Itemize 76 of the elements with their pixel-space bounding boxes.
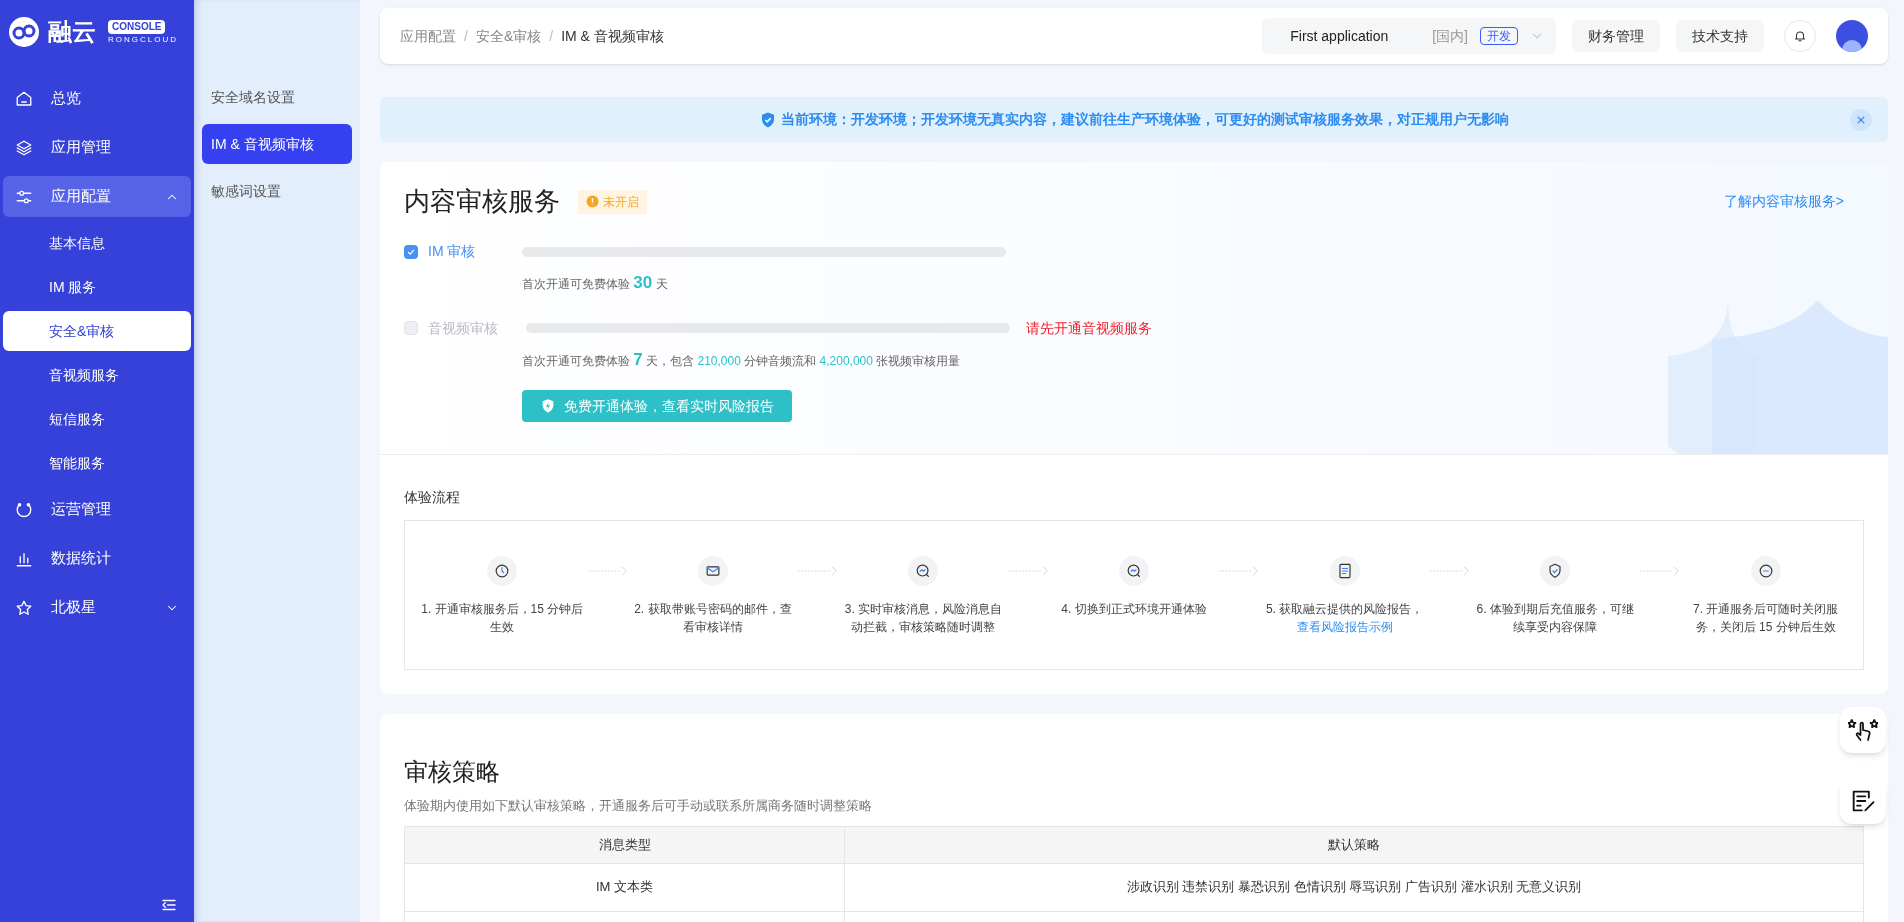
close-icon <box>1856 114 1866 125</box>
sidebar-item[interactable]: 北极星 <box>3 587 191 628</box>
service-title: 内容审核服务 <box>404 185 560 218</box>
app-selector[interactable]: First application [国内] 开发 <box>1262 18 1556 54</box>
dotted-arrow <box>1219 564 1260 578</box>
sidebar-subitem[interactable]: 智能服务 <box>3 443 191 483</box>
sidebar-item[interactable]: 数据统计 <box>3 538 191 579</box>
console-badge: CONSOLE <box>108 19 166 34</box>
header-button[interactable]: 财务管理 <box>1572 20 1660 52</box>
feedback-button[interactable] <box>1840 778 1886 824</box>
shield-bolt-icon <box>540 398 556 414</box>
warning-icon <box>586 195 599 208</box>
step-text: 3. 实时审核消息，风险消息自动拦截，审核策略随时调整 <box>843 601 1004 636</box>
home-icon <box>15 89 33 108</box>
sidebar-subitem[interactable]: 短信服务 <box>3 399 191 439</box>
dotted-arrow <box>798 564 839 578</box>
option-label: 音视频审核 <box>428 318 498 338</box>
step-text: 1. 开通审核服务后，15 分钟后生效 <box>420 601 585 636</box>
step-text: 4. 切换到正式环境开通体验 <box>1060 601 1208 618</box>
warning-text: 请先开通音视频服务 <box>1026 318 1152 338</box>
step-text: 6. 体验到期后充值服务，可继续享受内容保障 <box>1475 601 1635 636</box>
table-cell: 涉政识别 违禁识别 暴恐识别 色情识别 辱骂识别 广告识别 灌水识别 无意义识别 <box>844 863 1864 911</box>
header-button[interactable]: 技术支持 <box>1676 20 1764 52</box>
status-badge: 未开启 <box>578 189 647 214</box>
dotted-arrow <box>587 564 628 578</box>
dotted-arrow <box>1640 564 1681 578</box>
env-tag: 开发 <box>1480 27 1518 45</box>
shield-icon <box>1540 556 1571 586</box>
flow-title: 体验流程 <box>404 488 461 507</box>
step-text: 2. 获取带账号密码的邮件，查看审核详情 <box>633 601 793 636</box>
table-header: 消息类型 <box>404 826 845 863</box>
breadcrumb-item[interactable]: 安全&审核 <box>475 25 542 47</box>
shield-check-icon <box>759 110 777 129</box>
subnav-item[interactable]: 安全域名设置 <box>202 77 352 117</box>
sidebar-item[interactable]: 应用管理 <box>3 127 191 168</box>
breadcrumb-item: IM & 音视频审核 <box>561 26 664 46</box>
sidebar-item[interactable]: 总览 <box>3 78 191 119</box>
table-cell: IM 文本类 <box>404 863 845 911</box>
avatar[interactable] <box>1836 20 1868 52</box>
close-button[interactable] <box>1850 108 1872 131</box>
step-text: 5. 获取融云提供的风险报告， 查看风险报告示例 <box>1264 601 1425 636</box>
sidebar-subitem[interactable]: 基本信息 <box>3 223 191 263</box>
logo-icon <box>8 16 40 48</box>
dotted-arrow <box>1008 564 1049 578</box>
policy-subtitle: 体验期内使用如下默认审核策略，开通服务后可手动或联系所属商务随时调整策略 <box>404 797 873 815</box>
policy-title: 审核策略 <box>404 757 501 787</box>
magnifier-icon <box>1119 556 1149 586</box>
document-icon <box>1329 556 1360 586</box>
checkbox[interactable] <box>404 244 418 259</box>
mail-icon <box>697 556 728 586</box>
subnav-item[interactable]: 敏感词设置 <box>202 171 352 211</box>
sidebar-subitem[interactable]: 安全&审核 <box>3 311 191 351</box>
rating-button[interactable] <box>1840 707 1886 753</box>
banner-text: 当前环境：开发环境；开发环境无真实内容，建议前往生产环境体验，可更好的测试审核服务效果，对正规用户无影响 <box>781 110 1509 129</box>
sidebar-item[interactable]: 应用配置 <box>3 176 191 217</box>
sidebar-item[interactable]: 运营管理 <box>3 489 191 530</box>
layers-icon <box>15 138 33 157</box>
option-label: IM 审核 <box>428 242 476 261</box>
breadcrumb-separator: / <box>549 26 554 46</box>
step-text: 7. 开通服务后可随时关闭服务，关闭后 15 分钟后生效 <box>1692 601 1840 636</box>
clock-icon <box>487 556 518 586</box>
breadcrumb-item[interactable]: 应用配置 <box>400 25 456 47</box>
table-header: 默认策略 <box>844 826 1864 863</box>
dotted-arrow <box>1429 564 1470 578</box>
breadcrumb-separator: / <box>464 26 468 46</box>
subnav-item[interactable]: IM & 音视频审核 <box>202 124 352 164</box>
trial-note: 首次开通可免费体验 7 天，包含 210,000 分钟音频流和 4,200,000 张视频审核用量 <box>522 348 962 371</box>
trial-note: 首次开通可免费体验 30 天 <box>522 272 669 294</box>
sidebar-subitem[interactable]: IM 服务 <box>3 267 191 307</box>
cycle-icon <box>15 500 33 519</box>
logo-name: 融云 <box>48 17 96 47</box>
sidebar-subitem[interactable]: 音视频服务 <box>3 355 191 395</box>
report-example-link[interactable]: 查看风险报告示例 <box>1296 620 1393 634</box>
logo-subtitle: RONGCLOUD <box>108 34 178 45</box>
magnifier-icon <box>908 556 939 586</box>
star-icon <box>15 598 33 617</box>
